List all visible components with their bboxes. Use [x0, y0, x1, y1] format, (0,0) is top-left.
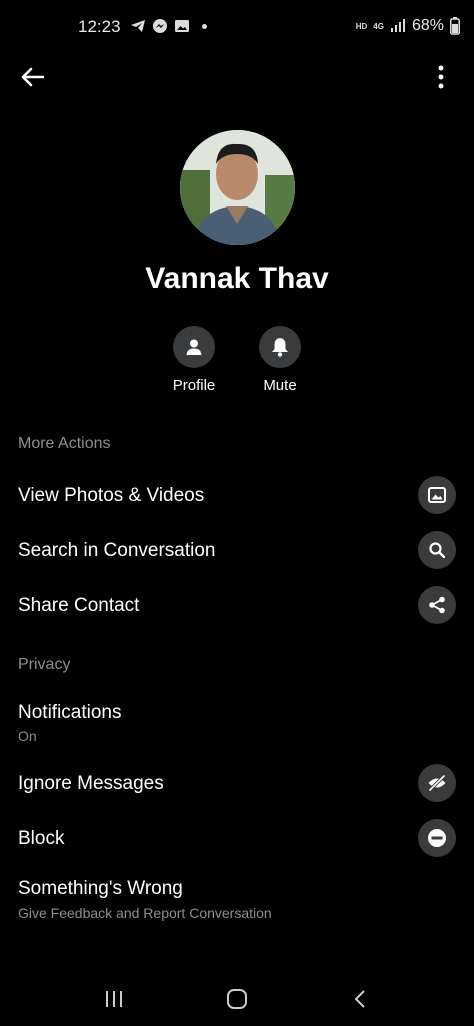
back-button[interactable] [18, 62, 48, 92]
block-label: Block [18, 828, 65, 849]
view-photos-label: View Photos & Videos [18, 485, 205, 506]
something-wrong-subtitle: Give Feedback and Report Conversation [18, 905, 272, 921]
profile-button[interactable]: Profile [159, 326, 229, 394]
contact-name: Vannak Thav [145, 262, 329, 295]
bell-icon [272, 338, 288, 357]
back-chevron-icon [354, 990, 365, 1008]
notification-dot-icon [202, 23, 207, 29]
back-arrow-icon [21, 67, 45, 87]
ignore-messages-row[interactable]: Ignore Messages [0, 757, 474, 809]
mute-button[interactable]: Mute [245, 326, 315, 394]
search-conversation-label: Search in Conversation [18, 540, 216, 561]
share-contact-row[interactable]: Share Contact [0, 579, 474, 631]
home-button[interactable] [217, 984, 257, 1014]
mute-icon-circle [259, 326, 301, 368]
notifications-label: Notifications [18, 702, 122, 723]
avatar-photo [180, 130, 295, 245]
notifications-status: On [18, 728, 37, 744]
notification-icons [130, 18, 207, 34]
something-wrong-label: Something's Wrong [18, 878, 183, 899]
recent-apps-button[interactable] [94, 984, 134, 1014]
telegram-icon [131, 20, 145, 32]
search-icon [429, 542, 445, 558]
back-nav-button[interactable] [340, 984, 380, 1014]
search-conversation-row[interactable]: Search in Conversation [0, 524, 474, 576]
person-icon [186, 339, 202, 355]
home-icon [227, 989, 247, 1009]
share-contact-label: Share Contact [18, 595, 140, 616]
block-icon [428, 829, 446, 847]
image-icon [428, 487, 446, 503]
notifications-row[interactable]: Notifications On [0, 690, 474, 750]
section-privacy: Privacy [18, 656, 71, 673]
section-more-actions: More Actions [18, 435, 111, 452]
status-bar: 12:23 HD 4G 68% [0, 0, 474, 56]
eye-off-icon [428, 774, 446, 792]
ignore-icon-circle [418, 764, 456, 802]
profile-icon-circle [173, 326, 215, 368]
search-icon-circle [418, 531, 456, 569]
profile-label: Profile [172, 377, 216, 394]
more-vertical-icon [438, 65, 444, 89]
block-icon-circle [418, 819, 456, 857]
top-bar [0, 52, 474, 100]
battery-icon [450, 17, 460, 35]
more-options-button[interactable] [434, 62, 448, 92]
photos-icon-circle [418, 476, 456, 514]
status-time: 12:23 [78, 17, 121, 36]
network-indicator: 4G [373, 21, 384, 31]
avatar[interactable] [180, 130, 295, 245]
something-wrong-row[interactable]: Something's Wrong Give Feedback and Repo… [0, 866, 474, 928]
ignore-messages-label: Ignore Messages [18, 773, 164, 794]
share-icon-circle [418, 586, 456, 624]
hd-indicator: HD [355, 21, 368, 31]
gallery-icon [175, 20, 189, 32]
battery-percent: 68% [411, 17, 444, 34]
share-icon [429, 596, 445, 614]
block-row[interactable]: Block [0, 812, 474, 864]
mute-label: Mute [263, 377, 297, 394]
status-right: HD 4G 68% [356, 17, 460, 35]
recent-apps-icon [106, 991, 122, 1007]
navigation-bar [0, 970, 474, 1026]
signal-icon [390, 19, 405, 32]
messenger-icon [153, 19, 167, 33]
view-photos-row[interactable]: View Photos & Videos [0, 469, 474, 521]
